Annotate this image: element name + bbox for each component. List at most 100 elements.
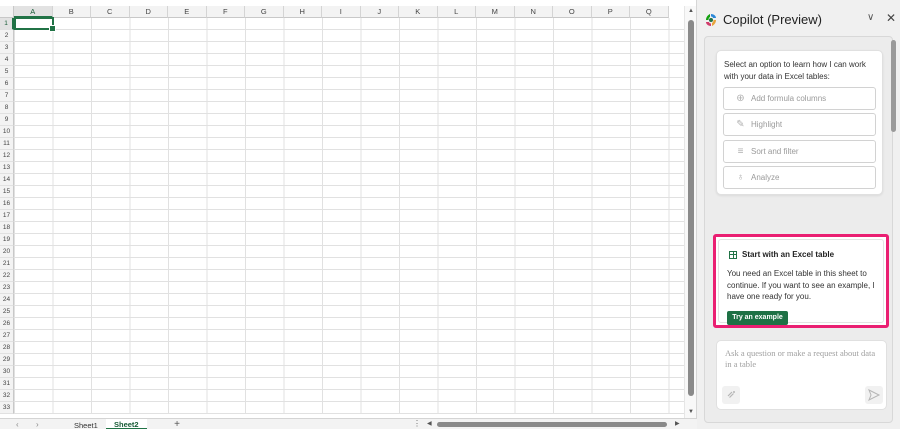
add-sheet-button[interactable]: + bbox=[170, 419, 184, 429]
plus-circle-icon: ⊕ bbox=[736, 93, 745, 104]
column-header-k[interactable]: K bbox=[399, 6, 438, 18]
row-header-26[interactable]: 26 bbox=[0, 318, 14, 330]
scroll-right-arrow-icon[interactable]: ▶ bbox=[675, 419, 680, 429]
sheet-tab-sheet1[interactable]: Sheet1 bbox=[66, 419, 106, 429]
row-header-12[interactable]: 12 bbox=[0, 150, 14, 162]
column-header-o[interactable]: O bbox=[553, 6, 592, 18]
send-icon bbox=[868, 388, 881, 402]
prev-sheet-icon[interactable]: ‹ bbox=[16, 419, 19, 429]
column-header-l[interactable]: L bbox=[437, 6, 476, 18]
row-header-21[interactable]: 21 bbox=[0, 258, 14, 270]
row-header-8[interactable]: 8 bbox=[0, 102, 14, 114]
row-header-29[interactable]: 29 bbox=[0, 354, 14, 366]
sheet-tab-sheet2[interactable]: Sheet2 bbox=[106, 419, 147, 429]
row-header-30[interactable]: 30 bbox=[0, 366, 14, 378]
row-header-19[interactable]: 19 bbox=[0, 234, 14, 246]
row-header-16[interactable]: 16 bbox=[0, 198, 14, 210]
row-header-14[interactable]: 14 bbox=[0, 174, 14, 186]
next-sheet-icon[interactable]: › bbox=[36, 419, 39, 429]
horizontal-scroll-thumb[interactable] bbox=[437, 422, 667, 427]
chevron-down-icon[interactable]: ∨ bbox=[867, 12, 874, 23]
column-header-p[interactable]: P bbox=[591, 6, 630, 18]
column-header-c[interactable]: C bbox=[91, 6, 130, 18]
copilot-title: Copilot (Preview) bbox=[723, 12, 822, 27]
column-headers: ABCDEFGHIJKLMNOPQ bbox=[0, 6, 684, 18]
column-header-d[interactable]: D bbox=[129, 6, 168, 18]
row-header-13[interactable]: 13 bbox=[0, 162, 14, 174]
options-card: Select an option to learn how I can work… bbox=[716, 50, 883, 195]
column-header-i[interactable]: I bbox=[322, 6, 361, 18]
cell-grid[interactable] bbox=[14, 18, 684, 414]
row-header-9[interactable]: 9 bbox=[0, 114, 14, 126]
pen-icon: ✎ bbox=[736, 119, 745, 130]
sparkle-attach-icon bbox=[727, 391, 735, 398]
excel-window: ABCDEFGHIJKLMNOPQ 1 2 3 4 5 6 7 8 9 10 11 12 13 14 15 1… bbox=[0, 0, 900, 429]
active-cell-a1[interactable] bbox=[14, 17, 56, 32]
tab-split-handle-icon[interactable]: ⋮ bbox=[413, 419, 421, 429]
row-header-28[interactable]: 28 bbox=[0, 342, 14, 354]
row-header-11[interactable]: 11 bbox=[0, 138, 14, 150]
ask-input-box[interactable]: Ask a question or make a request about d… bbox=[716, 340, 887, 410]
row-header-31[interactable]: 31 bbox=[0, 378, 14, 390]
ask-input[interactable]: Ask a question or make a request about d… bbox=[725, 348, 877, 370]
row-header-23[interactable]: 23 bbox=[0, 282, 14, 294]
send-button[interactable] bbox=[865, 386, 883, 404]
row-header-3[interactable]: 3 bbox=[0, 42, 14, 54]
row-header-20[interactable]: 20 bbox=[0, 246, 14, 258]
copilot-header: Copilot (Preview) ∨ ✕ bbox=[697, 0, 900, 36]
horizontal-scrollbar[interactable]: ◀ ▶ bbox=[425, 421, 683, 428]
table-icon bbox=[729, 251, 737, 259]
row-header-33[interactable]: 33 bbox=[0, 402, 14, 414]
scroll-up-arrow-icon[interactable]: ▲ bbox=[685, 6, 697, 16]
start-with-table-card: Start with an Excel table You need an Ex… bbox=[713, 234, 889, 328]
column-header-j[interactable]: J bbox=[360, 6, 399, 18]
vertical-scroll-thumb[interactable] bbox=[688, 20, 694, 396]
row-header-24[interactable]: 24 bbox=[0, 294, 14, 306]
row-header-7[interactable]: 7 bbox=[0, 90, 14, 102]
row-header-6[interactable]: 6 bbox=[0, 78, 14, 90]
option-highlight[interactable]: ✎ Highlight bbox=[723, 113, 876, 136]
table-card-inner: Start with an Excel table You need an Ex… bbox=[718, 239, 884, 325]
table-card-body: You need an Excel table in this sheet to… bbox=[727, 269, 875, 301]
column-header-b[interactable]: B bbox=[52, 6, 91, 18]
column-header-q[interactable]: Q bbox=[630, 6, 669, 18]
scroll-down-arrow-icon[interactable]: ▼ bbox=[685, 407, 697, 417]
column-header-f[interactable]: F bbox=[206, 6, 245, 18]
option-label: Highlight bbox=[751, 120, 783, 129]
column-header-n[interactable]: N bbox=[514, 6, 553, 18]
row-header-22[interactable]: 22 bbox=[0, 270, 14, 282]
option-sort-and-filter[interactable]: ≡ Sort and filter bbox=[723, 140, 876, 163]
option-label: Analyze bbox=[751, 173, 780, 182]
select-all-corner[interactable] bbox=[0, 6, 14, 18]
row-header-5[interactable]: 5 bbox=[0, 66, 14, 78]
row-header-32[interactable]: 32 bbox=[0, 390, 14, 402]
attach-button[interactable] bbox=[722, 386, 740, 404]
option-label: Sort and filter bbox=[751, 147, 799, 156]
close-icon[interactable]: ✕ bbox=[886, 11, 896, 25]
column-header-m[interactable]: M bbox=[476, 6, 515, 18]
copilot-logo-icon bbox=[706, 14, 716, 26]
column-header-h[interactable]: H bbox=[283, 6, 322, 18]
options-intro-text: Select an option to learn how I can work… bbox=[724, 60, 866, 81]
row-header-27[interactable]: 27 bbox=[0, 330, 14, 342]
column-header-g[interactable]: G bbox=[245, 6, 284, 18]
row-header-25[interactable]: 25 bbox=[0, 306, 14, 318]
row-header-17[interactable]: 17 bbox=[0, 210, 14, 222]
row-header-2[interactable]: 2 bbox=[0, 30, 14, 42]
vertical-scrollbar[interactable]: ▲ ▼ bbox=[684, 6, 696, 418]
column-header-e[interactable]: E bbox=[168, 6, 207, 18]
row-header-1[interactable]: 1 bbox=[0, 18, 14, 30]
copilot-scroll-thumb[interactable] bbox=[891, 40, 896, 132]
scroll-left-arrow-icon[interactable]: ◀ bbox=[427, 419, 432, 429]
row-header-18[interactable]: 18 bbox=[0, 222, 14, 234]
try-an-example-button[interactable]: Try an example bbox=[727, 311, 788, 325]
option-add-formula-columns[interactable]: ⊕ Add formula columns bbox=[723, 87, 876, 110]
row-headers: 1 2 3 4 5 6 7 8 9 10 11 12 13 14 15 16 17 18 19 20 21 22 23 24 2… bbox=[0, 18, 14, 414]
option-analyze[interactable]: ♁ Analyze bbox=[723, 166, 876, 189]
row-header-10[interactable]: 10 bbox=[0, 126, 14, 138]
sheet-tab-bar: ‹ › Sheet1 Sheet2 + ⋮ ◀ ▶ bbox=[0, 418, 697, 429]
row-header-4[interactable]: 4 bbox=[0, 54, 14, 66]
spreadsheet-area: ABCDEFGHIJKLMNOPQ 1 2 3 4 5 6 7 8 9 10 11 12 13 14 15 1… bbox=[0, 0, 697, 429]
row-header-15[interactable]: 15 bbox=[0, 186, 14, 198]
table-card-title: Start with an Excel table bbox=[742, 250, 835, 259]
